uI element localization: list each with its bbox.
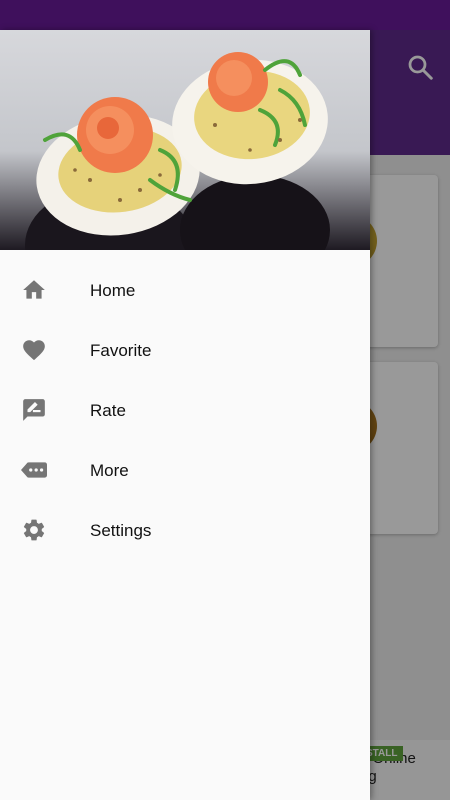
menu-item-home[interactable]: Home: [0, 260, 370, 320]
menu-item-label: Favorite: [90, 341, 152, 360]
deviled-eggs-image: [25, 52, 330, 250]
menu-item-favorite[interactable]: Favorite: [0, 320, 370, 380]
home-icon: [23, 280, 45, 299]
menu-item-label: Settings: [90, 521, 152, 540]
menu-item-label: More: [90, 461, 129, 480]
drawer-menu: Home Favorite Rate More Settings: [0, 260, 370, 560]
rate-review-icon: [23, 399, 45, 421]
menu-item-rate[interactable]: Rate: [0, 380, 370, 440]
heart-icon: [23, 340, 45, 361]
more-label-icon: [21, 462, 47, 478]
menu-item-settings[interactable]: Settings: [0, 500, 370, 560]
menu-item-label: Home: [90, 281, 136, 300]
navigation-drawer: Home Favorite Rate More Settings: [0, 30, 370, 800]
gear-icon: [23, 519, 45, 541]
drawer-header-image: [0, 30, 370, 250]
menu-item-more[interactable]: More: [0, 440, 370, 500]
menu-item-label: Rate: [90, 401, 126, 420]
